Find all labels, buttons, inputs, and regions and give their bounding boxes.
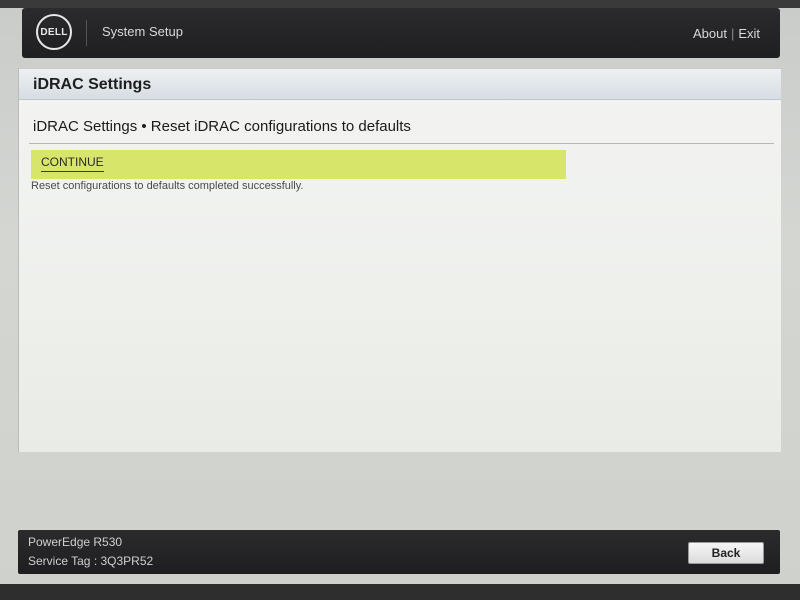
header-links: About | Exit <box>693 26 760 41</box>
system-model: PowerEdge R530 <box>28 535 123 549</box>
page-title: iDRAC Settings <box>33 76 152 93</box>
continue-button[interactable]: CONTINUE <box>31 150 566 179</box>
section-title-bar: iDRAC Settings <box>19 68 781 100</box>
content-panel: iDRAC Settings iDRAC Settings • Reset iD… <box>18 68 781 452</box>
header-link-separator: | <box>730 26 735 41</box>
breadcrumb: iDRAC Settings • Reset iDRAC configurati… <box>33 118 411 135</box>
dell-logo: DELL <box>36 14 72 50</box>
header-divider <box>86 20 87 46</box>
screen-bezel-bottom <box>0 584 800 600</box>
exit-link[interactable]: Exit <box>738 26 760 41</box>
header-title: System Setup <box>102 24 183 39</box>
about-link[interactable]: About <box>693 26 727 41</box>
back-button[interactable]: Back <box>688 542 764 564</box>
service-tag: Service Tag : 3Q3PR52 <box>28 554 154 568</box>
system-setup-header: DELL System Setup About | Exit <box>22 8 780 58</box>
divider <box>29 143 774 144</box>
screen-bezel-top <box>0 0 800 8</box>
footer-bar: PowerEdge R530 Service Tag : 3Q3PR52 Bac… <box>18 530 780 574</box>
continue-label: CONTINUE <box>41 155 104 172</box>
status-message: Reset configurations to defaults complet… <box>31 180 304 192</box>
